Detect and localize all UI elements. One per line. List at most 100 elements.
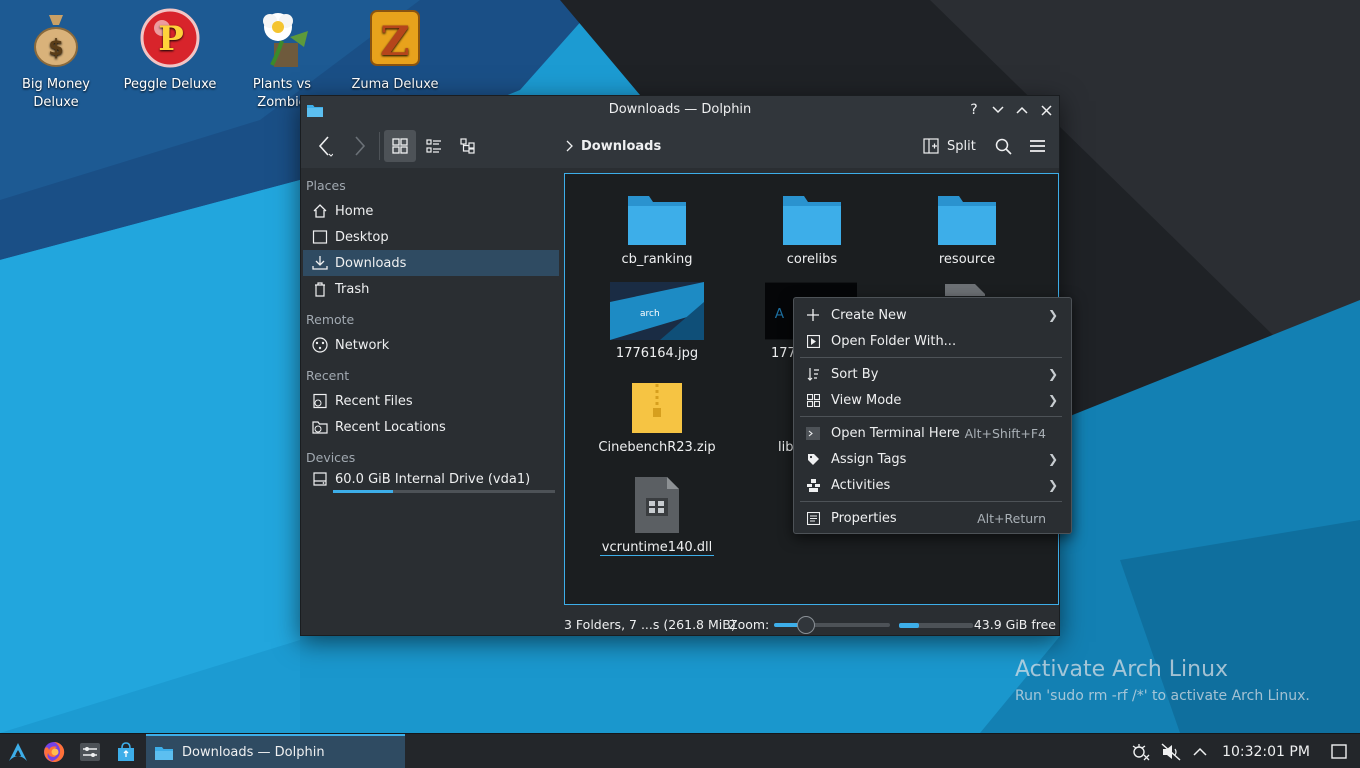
menu-item-label: Activities [831, 477, 891, 493]
menu-item-open-folder-with[interactable]: Open Folder With... [799, 328, 1066, 354]
show-hidden-tray-button[interactable] [1189, 734, 1211, 768]
file-item-folder[interactable]: cb_ranking [587, 188, 727, 267]
places-item-trash[interactable]: Trash [303, 276, 559, 302]
menu-separator [800, 357, 1062, 358]
application-launcher-button[interactable] [4, 734, 32, 768]
split-button[interactable]: Split [923, 132, 976, 160]
menu-item-open-terminal[interactable]: Open Terminal Here Alt+Shift+F4 [799, 420, 1066, 446]
places-item-network[interactable]: Network [303, 332, 559, 358]
plants-vs-zombies-icon [252, 6, 312, 70]
menu-item-view-mode[interactable]: View Mode ❯ [799, 387, 1066, 413]
menu-item-sort-by[interactable]: Sort By ❯ [799, 361, 1066, 387]
image-thumbnail: arch [587, 280, 727, 340]
menu-separator [800, 416, 1062, 417]
places-item-recent-files[interactable]: Recent Files [303, 388, 559, 414]
places-item-internal-drive[interactable]: 60.0 GiB Internal Drive (vda1) [303, 468, 559, 490]
tree-view-icon [460, 138, 475, 154]
zoom-slider-handle[interactable] [797, 616, 816, 634]
status-bar: 3 Folders, 7 ...s (261.8 MiB) Zoom: 43.9… [564, 614, 1059, 636]
menu-item-properties[interactable]: Properties Alt+Return [799, 505, 1066, 531]
places-item-label: 60.0 GiB Internal Drive (vda1) [335, 471, 531, 487]
drive-usage-bar [333, 490, 555, 493]
icons-view-button[interactable] [384, 130, 416, 162]
chevron-up-icon [1193, 747, 1207, 756]
places-item-downloads[interactable]: Downloads [303, 250, 559, 276]
file-name: corelibs [786, 252, 838, 267]
window-titlebar[interactable]: Downloads — Dolphin ? [301, 96, 1059, 124]
file-name: 1776164.jpg [615, 346, 699, 361]
digital-clock[interactable]: 10:32:01 PM [1214, 734, 1318, 768]
zoom-slider[interactable] [774, 616, 890, 634]
file-item-folder[interactable]: resource [897, 188, 1037, 267]
file-item-dll[interactable]: vcruntime140.dll [587, 474, 727, 556]
details-view-button[interactable] [452, 130, 484, 162]
volume-muted-icon [1161, 742, 1181, 761]
peggle-icon: P [140, 6, 200, 70]
close-icon [1040, 104, 1052, 116]
minimize-button[interactable] [989, 101, 1007, 119]
dll-file-icon [587, 474, 727, 534]
compact-view-button[interactable] [418, 130, 450, 162]
close-button[interactable] [1037, 101, 1055, 119]
desktop-icon-peggle[interactable]: P Peggle Deluxe [120, 6, 220, 94]
hamburger-menu-button[interactable] [1023, 132, 1051, 160]
drive-icon [311, 470, 329, 488]
file-item-folder[interactable]: corelibs [742, 188, 882, 267]
task-dolphin[interactable]: Downloads — Dolphin [146, 734, 405, 768]
status-summary: 3 Folders, 7 ...s (261.8 MiB) [564, 617, 736, 632]
forward-button[interactable] [343, 130, 375, 162]
free-space-bar [899, 623, 973, 628]
discover-launcher[interactable] [112, 734, 140, 768]
menu-item-assign-tags[interactable]: Assign Tags ❯ [799, 446, 1066, 472]
places-panel: Places Home Desktop Downloads Trash Remo… [301, 168, 563, 614]
desktop-icon-label: Deluxe [33, 95, 79, 110]
menu-item-create-new[interactable]: Create New ❯ [799, 302, 1066, 328]
plus-icon [805, 307, 821, 323]
desktop-icon-zuma[interactable]: Z Zuma Deluxe [345, 6, 445, 94]
search-button[interactable] [989, 132, 1017, 160]
menu-item-label: Create New [831, 307, 907, 323]
split-button-label: Split [947, 138, 976, 154]
file-item-archive[interactable]: CinebenchR23.zip [587, 380, 727, 455]
firefox-launcher[interactable] [40, 734, 68, 768]
chevron-down-icon [992, 106, 1004, 114]
folder-icon [897, 188, 1037, 246]
grid-icon [392, 138, 408, 154]
grid-icon [805, 392, 821, 408]
menu-item-label: Properties [831, 510, 897, 526]
chevron-right-icon: ❯ [1047, 393, 1058, 407]
watermark-title: Activate Arch Linux [1015, 657, 1229, 682]
system-settings-launcher[interactable] [76, 734, 104, 768]
menu-item-activities[interactable]: Activities ❯ [799, 472, 1066, 498]
back-button[interactable] [309, 130, 341, 162]
places-item-recent-locations[interactable]: Recent Locations [303, 414, 559, 440]
desktop-icon-label: Zuma Deluxe [351, 77, 439, 92]
file-icon [941, 280, 989, 296]
file-name: resource [938, 252, 996, 267]
breadcrumb-current[interactable]: Downloads [581, 139, 661, 154]
desktop-icon-big-money[interactable]: $ Big Money Deluxe [6, 6, 106, 112]
folder-icon [742, 188, 882, 246]
file-name: CinebenchR23.zip [598, 440, 716, 455]
arrow-left-icon [318, 136, 333, 157]
maximize-button[interactable] [1013, 101, 1031, 119]
store-bag-icon [118, 741, 134, 761]
show-desktop-button[interactable] [1326, 734, 1352, 768]
sort-icon [805, 366, 821, 382]
file-item-image[interactable]: arch 1776164.jpg [587, 280, 727, 361]
svg-text:arch: arch [640, 309, 660, 319]
network-tray-button[interactable] [1128, 734, 1154, 768]
properties-icon [805, 510, 821, 526]
breadcrumb[interactable]: Downloads [565, 136, 661, 156]
places-item-home[interactable]: Home [303, 198, 559, 224]
network-wired-icon [1132, 743, 1150, 760]
places-item-desktop[interactable]: Desktop [303, 224, 559, 250]
places-item-label: Network [335, 337, 390, 353]
volume-tray-button[interactable] [1158, 734, 1184, 768]
show-desktop-icon [1331, 744, 1347, 759]
network-icon [311, 336, 329, 354]
chevron-right-icon: ❯ [1047, 308, 1058, 322]
help-button[interactable]: ? [965, 101, 983, 119]
places-section-header: Remote [306, 312, 355, 327]
context-menu: Create New ❯ Open Folder With... Sort By… [793, 297, 1072, 534]
